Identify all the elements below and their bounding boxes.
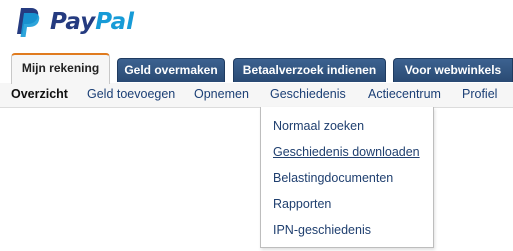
primary-tabs: Mijn rekening Geld overmaken Betaalverzo… bbox=[0, 50, 513, 84]
subnav-profiel[interactable]: Profiel bbox=[462, 83, 497, 107]
subnav-geschiedenis[interactable]: Geschiedenis bbox=[270, 83, 346, 107]
menu-item-belastingdocumenten[interactable]: Belastingdocumenten bbox=[273, 170, 393, 186]
subnav-actiecentrum[interactable]: Actiecentrum bbox=[368, 83, 441, 107]
paypal-page: PayPal Mijn rekening Geld overmaken Beta… bbox=[0, 0, 513, 251]
history-dropdown-menu: Normaal zoeken Geschiedenis downloaden B… bbox=[260, 107, 434, 248]
subnav-opnemen[interactable]: Opnemen bbox=[194, 83, 249, 107]
menu-item-normaal-zoeken[interactable]: Normaal zoeken bbox=[273, 118, 364, 134]
menu-item-rapporten[interactable]: Rapporten bbox=[273, 196, 331, 212]
logo-text-pal: Pal bbox=[95, 8, 134, 35]
paypal-wordmark: PayPal bbox=[50, 8, 134, 35]
subnav-overzicht[interactable]: Overzicht bbox=[11, 83, 68, 107]
tab-voor-webwinkels[interactable]: Voor webwinkels bbox=[393, 58, 513, 82]
paypal-logo[interactable]: PayPal bbox=[14, 5, 134, 39]
subnav-geld-toevoegen[interactable]: Geld toevoegen bbox=[87, 83, 175, 107]
tab-geld-overmaken[interactable]: Geld overmaken bbox=[117, 58, 225, 82]
paypal-p-icon bbox=[17, 8, 40, 37]
menu-item-geschiedenis-downloaden[interactable]: Geschiedenis downloaden bbox=[273, 144, 420, 160]
tab-betaalverzoek-indienen[interactable]: Betaalverzoek indienen bbox=[233, 58, 386, 82]
logo-text-pay: Pay bbox=[50, 8, 96, 35]
secondary-nav: Overzicht Geld toevoegen Opnemen Geschie… bbox=[0, 83, 513, 108]
tab-mijn-rekening[interactable]: Mijn rekening bbox=[11, 53, 110, 84]
menu-item-ipn-geschiedenis[interactable]: IPN-geschiedenis bbox=[273, 222, 371, 238]
